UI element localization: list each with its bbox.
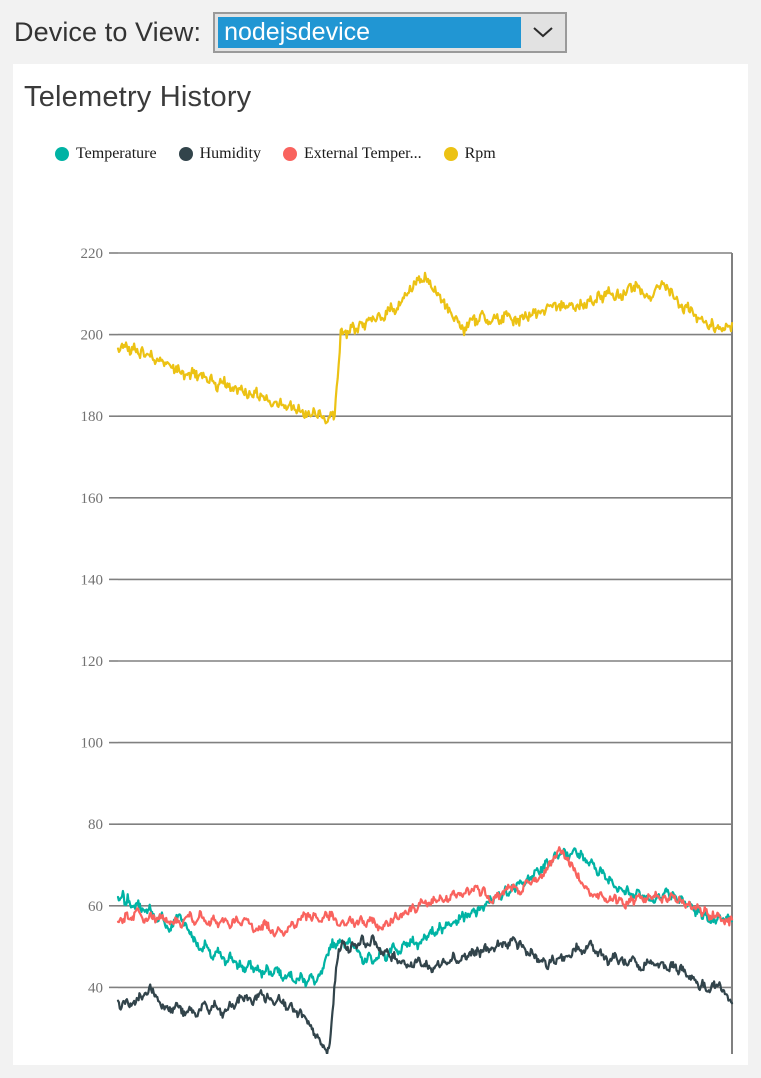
legend-label: Rpm [464, 145, 496, 162]
device-select-value[interactable]: nodejsdevice [218, 16, 522, 48]
y-axis-tick-label: 160 [81, 491, 104, 507]
y-axis-tick-label: 220 [81, 246, 104, 262]
device-select[interactable]: nodejsdevice [213, 11, 568, 53]
y-axis-tick-label: 100 [81, 736, 104, 752]
telemetry-page: Device to View: nodejsdevice Telemetry H… [0, 0, 761, 1078]
chevron-down-icon[interactable] [521, 13, 566, 51]
chart-legend: Temperature Humidity External Temper... Rpm [55, 145, 518, 163]
y-axis-tick-label: 180 [81, 409, 104, 425]
y-axis-tick-label: 140 [81, 572, 104, 588]
legend-label: Humidity [199, 145, 261, 162]
legend-item[interactable]: Temperature [55, 145, 157, 163]
device-selector-bar: Device to View: nodejsdevice [0, 0, 761, 64]
device-to-view-label: Device to View: [14, 16, 202, 47]
legend-dot-red [282, 147, 297, 161]
legend-dot-gold [443, 147, 458, 161]
y-axis-tick-label: 60 [88, 899, 103, 915]
telemetry-history-card: Telemetry History Temperature Humidity Ext… [13, 64, 748, 1065]
legend-dot-dark [178, 147, 193, 161]
page-title: Telemetry History [24, 81, 252, 113]
series-line [116, 271, 734, 425]
legend-label: Temperature [76, 145, 157, 162]
legend-dot-teal [55, 147, 69, 161]
y-axis-tick-label: 120 [81, 654, 104, 670]
y-axis-tick-label: 200 [81, 328, 104, 344]
y-axis-tick-label: 80 [88, 817, 103, 833]
legend-item[interactable]: External Temper... [282, 145, 422, 163]
legend-item[interactable]: Rpm [443, 145, 496, 163]
legend-item[interactable]: Humidity [178, 145, 261, 163]
legend-label: External Temper... [303, 145, 422, 162]
telemetry-chart: 204060801001201401601802002202:35 PM2:40… [13, 174, 748, 1054]
y-axis-tick-label: 40 [88, 980, 103, 996]
